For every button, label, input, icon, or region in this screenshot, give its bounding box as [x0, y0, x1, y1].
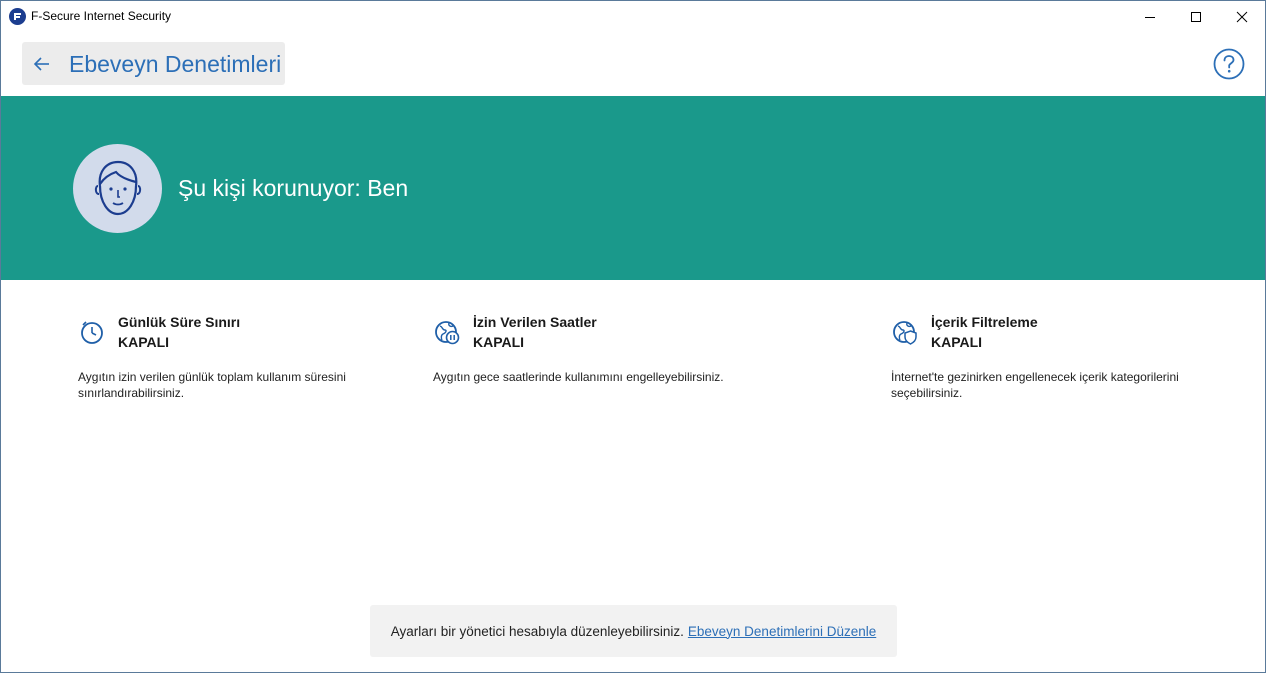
close-button[interactable] — [1219, 1, 1265, 32]
feature-status: KAPALI — [118, 334, 170, 350]
feature-title: İzin Verilen Saatler — [473, 314, 597, 330]
clock-icon — [81, 321, 103, 344]
f-secure-logo-icon — [9, 8, 26, 25]
globe-shield-icon — [893, 321, 917, 345]
title-bar: F-Secure Internet Security — [1, 1, 1265, 33]
protection-banner: Şu kişi korunuyor: Ben — [1, 96, 1265, 280]
maximize-icon — [1191, 11, 1201, 22]
feature-description: Aygıtın gece saatlerinde kullanımını eng… — [433, 370, 724, 384]
app-window: F-Secure Internet Security Ebeveyn Denet… — [0, 0, 1266, 673]
user-face-icon — [94, 160, 141, 215]
admin-note: Ayarları bir yönetici hesabıyla düzenley… — [370, 605, 897, 657]
maximize-button[interactable] — [1173, 1, 1219, 32]
feature-title: Günlük Süre Sınırı — [118, 314, 241, 330]
window-title: F-Secure Internet Security — [31, 9, 172, 23]
protected-person-text: Şu kişi korunuyor: Ben — [178, 175, 409, 201]
feature-title: İçerik Filtreleme — [931, 314, 1038, 330]
help-circle-icon[interactable] — [1213, 48, 1245, 80]
feature-description: Aygıtın izin verilen günlük toplam kulla… — [78, 370, 346, 400]
page-title: Ebeveyn Denetimleri — [69, 51, 282, 77]
feature-status: KAPALI — [931, 334, 983, 350]
arrow-left-icon — [33, 57, 49, 71]
feature-status: KAPALI — [473, 334, 525, 350]
feature-description: İnternet'te gezinirken engellenecek içer… — [891, 370, 1179, 400]
edit-parental-controls-link[interactable]: Ebeveyn Denetimlerini Düzenle — [688, 624, 876, 639]
close-icon — [1236, 11, 1248, 22]
minimize-icon — [1145, 16, 1155, 18]
admin-note-text: Ayarları bir yönetici hesabıyla düzenley… — [390, 623, 684, 639]
avatar — [73, 144, 162, 233]
minimize-button[interactable] — [1127, 1, 1173, 32]
globe-pause-icon — [435, 321, 460, 345]
back-button[interactable]: Ebeveyn Denetimleri — [22, 42, 285, 85]
